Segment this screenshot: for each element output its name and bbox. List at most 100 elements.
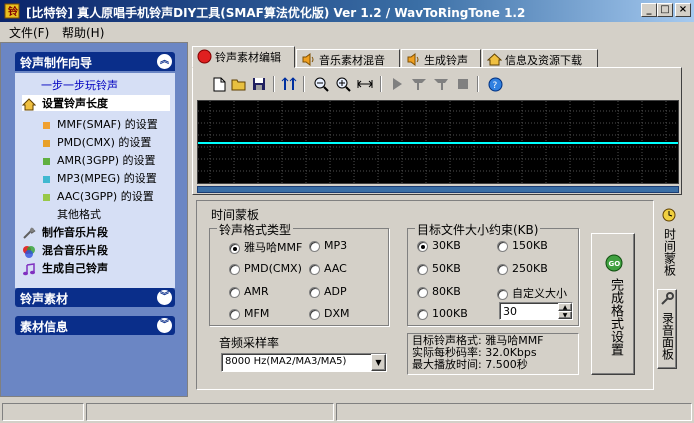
status-pane (86, 403, 334, 421)
radio-button[interactable] (309, 240, 320, 252)
info-icon[interactable]: ? (486, 75, 504, 93)
tab-ringtone-edit[interactable]: 铃声素材编辑 (192, 46, 295, 68)
radio-adp[interactable]: ADP (309, 285, 347, 298)
radio-button[interactable] (309, 308, 320, 320)
open-icon[interactable] (230, 75, 248, 93)
radio-button[interactable] (417, 240, 428, 252)
radio-pmd[interactable]: PMD(CMX) (229, 262, 302, 275)
sidebar-item-mmf[interactable]: MMF(SMAF) 的设置 (43, 116, 158, 132)
radio-mp3[interactable]: MP3 (309, 239, 347, 252)
chevron-down-icon[interactable]: ︾ (157, 290, 172, 305)
radio-mfm[interactable]: MFM (229, 307, 269, 320)
speaker-icon (302, 53, 314, 66)
minimize-button[interactable]: _ (641, 3, 657, 17)
zoom-in-icon[interactable] (334, 75, 352, 93)
radio-button[interactable] (229, 242, 240, 254)
group-ringtone-material-header[interactable]: 铃声素材 ︾ (15, 288, 175, 307)
side-tab-time-mask[interactable]: 时间蒙板 (659, 205, 679, 287)
close-button[interactable]: × (675, 3, 691, 17)
zoom-out-icon[interactable] (312, 75, 330, 93)
radio-button[interactable] (417, 308, 428, 320)
radio-30kb[interactable]: 30KB (417, 239, 461, 252)
tab-generate-ringtone[interactable]: 生成铃声 (401, 49, 481, 68)
custom-size-spinner[interactable]: 30 ▲ ▼ (499, 302, 573, 320)
toolbar-separator (273, 76, 275, 92)
side-tab-record-panel[interactable]: 录音面板 (657, 289, 677, 369)
radio-button[interactable] (497, 288, 508, 300)
window-title: [比特铃] 真人原唱手机铃声DIY工具(SMAF算法优化版) Ver 1.2 /… (26, 6, 526, 20)
status-bar (0, 401, 694, 423)
waveform-display[interactable] (197, 100, 679, 184)
radio-50kb[interactable]: 50KB (417, 262, 461, 275)
title-bar[interactable]: 铃 [比特铃] 真人原唱手机铃声DIY工具(SMAF算法优化版) Ver 1.2… (0, 0, 694, 22)
spin-down-icon[interactable]: ▼ (558, 311, 572, 319)
radio-button[interactable] (229, 308, 240, 320)
sample-rate-value: 8000 Hz(MA2/MA3/MA5) (225, 356, 347, 367)
new-icon[interactable] (210, 75, 228, 93)
radio-button[interactable] (309, 263, 320, 275)
bullet-icon (43, 139, 50, 147)
group-title: 素材信息 (20, 320, 69, 334)
tab-info-download[interactable]: 信息及资源下载 (482, 49, 598, 68)
radio-button[interactable] (497, 263, 508, 275)
chevron-up-icon[interactable]: ︽ (157, 54, 172, 69)
radio-150kb[interactable]: 150KB (497, 239, 548, 252)
tab-music-mix[interactable]: 音乐素材混音 (296, 49, 400, 68)
radio-button[interactable] (229, 286, 240, 298)
sample-rate-select[interactable]: 8000 Hz(MA2/MA3/MA5) ▼ (221, 353, 387, 372)
radio-80kb[interactable]: 80KB (417, 285, 461, 298)
mark-out-icon[interactable] (432, 75, 450, 93)
target-info-box: 目标铃声格式: 雅马哈MMF 实际每秒码率: 32.0Kbps 最大播放时间: … (407, 333, 579, 375)
mark-in-icon[interactable] (410, 75, 428, 93)
radio-button[interactable] (229, 263, 240, 275)
sidebar-item-pmd[interactable]: PMD(CMX) 的设置 (43, 134, 151, 150)
sidebar-item-aac[interactable]: AAC(3GPP) 的设置 (43, 188, 154, 204)
menu-help[interactable]: 帮助(H) (62, 24, 104, 41)
sidebar-item-mp3[interactable]: MP3(MPEG) 的设置 (43, 170, 157, 186)
menu-file[interactable]: 文件(F) (9, 24, 49, 41)
radio-button[interactable] (417, 263, 428, 275)
radio-button[interactable] (417, 286, 428, 298)
side-tab-time-mask-label: 时间蒙板 (662, 228, 677, 276)
save-icon[interactable] (250, 75, 268, 93)
max-duration-line: 最大播放时间: 7.500秒 (412, 358, 528, 371)
horizontal-scrollbar[interactable] (197, 186, 679, 193)
go-icon: GO (605, 254, 623, 272)
step-by-step-link[interactable]: 一步一步玩铃声 (41, 77, 118, 93)
sidebar-item-generate[interactable]: 生成自己铃声 (22, 260, 108, 276)
status-pane (2, 403, 84, 421)
format-type-title: 铃声格式类型 (217, 221, 294, 238)
spin-up-icon[interactable]: ▲ (558, 303, 572, 311)
wave-editor: ? (192, 67, 682, 195)
chevron-down-icon[interactable]: ︾ (157, 318, 172, 333)
radio-aac[interactable]: AAC (309, 262, 347, 275)
stop-icon[interactable] (454, 75, 472, 93)
fit-icon[interactable] (356, 75, 374, 93)
play-icon[interactable] (388, 75, 406, 93)
size-limit-title: 目标文件大小约束(KB) (415, 221, 541, 238)
sidebar-item-other[interactable]: 其他格式 (57, 206, 101, 222)
group-ringtone-wizard-header[interactable]: 铃声制作向导 ︽ (15, 52, 175, 71)
bullet-icon (43, 175, 50, 183)
sidebar-item-set-length[interactable]: 设置铃声长度 (22, 95, 170, 111)
radio-custom-size[interactable]: 自定义大小 (497, 285, 567, 301)
group-title: 铃声素材 (20, 292, 69, 306)
radio-button[interactable] (497, 240, 508, 252)
radio-amr[interactable]: AMR (229, 285, 269, 298)
chevron-down-icon[interactable]: ▼ (371, 354, 386, 371)
split-icon[interactable] (280, 75, 298, 93)
group-material-info-header[interactable]: 素材信息 ︾ (15, 316, 175, 335)
toolbar-separator (303, 76, 305, 92)
radio-250kb[interactable]: 250KB (497, 262, 548, 275)
radio-button[interactable] (309, 286, 320, 298)
radio-mmf[interactable]: 雅马哈MMF (229, 239, 302, 255)
maximize-button[interactable]: □ (657, 3, 673, 17)
finish-format-button[interactable]: GO 完成格式设置 (591, 233, 635, 375)
radio-dxm[interactable]: DXM (309, 307, 350, 320)
target-info-text: 目标铃声格式: 雅马哈MMF 实际每秒码率: 32.0Kbps 最大播放时间: … (412, 335, 544, 371)
sidebar-item-make-clip[interactable]: 制作音乐片段 (22, 224, 108, 240)
clock-icon (662, 208, 676, 222)
sidebar-item-amr[interactable]: AMR(3GPP) 的设置 (43, 152, 156, 168)
radio-100kb[interactable]: 100KB (417, 307, 468, 320)
sidebar-item-mix-clip[interactable]: 混合音乐片段 (22, 242, 108, 258)
